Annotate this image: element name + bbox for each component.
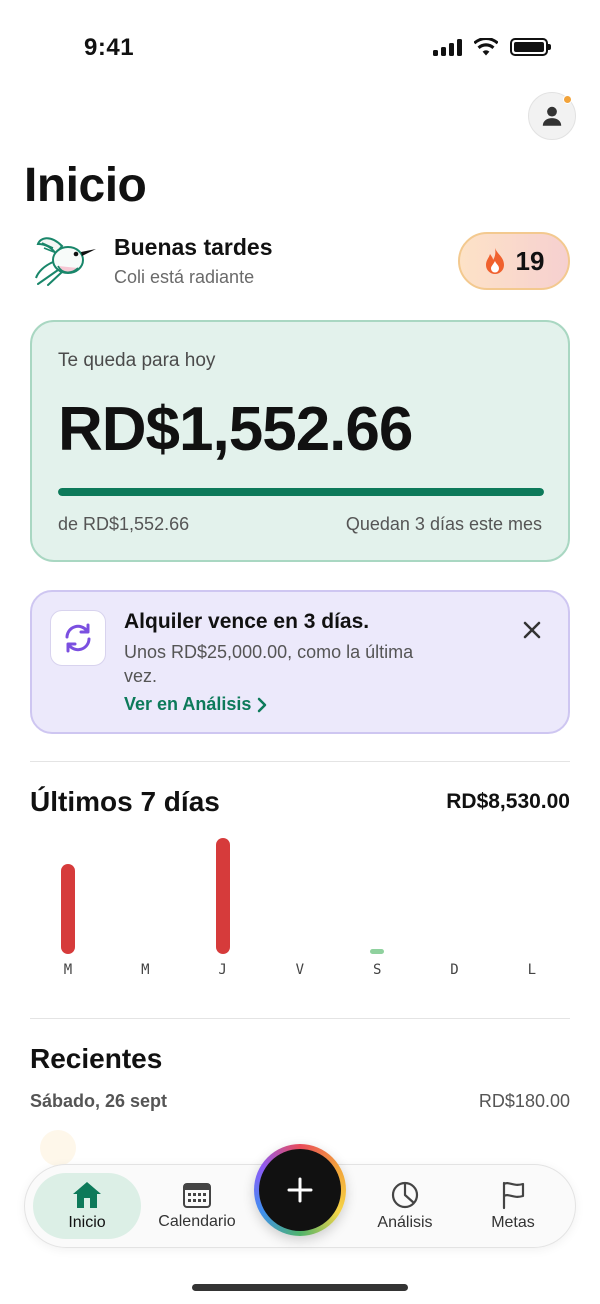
home-icon (73, 1182, 101, 1208)
recent-day-total: RD$180.00 (478, 1091, 570, 1111)
close-alert-button[interactable] (518, 616, 546, 644)
tab-calendario[interactable]: Calendario (145, 1173, 249, 1239)
fire-icon (485, 248, 504, 274)
cellular-signal-icon (433, 38, 462, 56)
tab-label: Calendario (158, 1213, 236, 1230)
flag-icon (502, 1181, 525, 1210)
day-label: M (141, 962, 150, 978)
view-in-analysis-link[interactable]: Ver en Análisis (124, 694, 267, 715)
status-bar: 9:41 (0, 0, 600, 96)
status-icons (433, 38, 551, 56)
day-label: M (63, 962, 73, 978)
budget-progress-bar (58, 488, 544, 496)
greeting-subtitle: Coli está radiante (114, 267, 255, 287)
tab-label: Análisis (377, 1214, 433, 1231)
chevron-right-icon (258, 697, 267, 712)
budget-days-left: Quedan 3 días este mes (345, 514, 542, 534)
weekly-spending-chart: MMJVSDL (30, 830, 570, 990)
divider (30, 761, 570, 762)
rent-reminder-card: Alquiler vence en 3 días. Unos RD$25,000… (30, 590, 570, 734)
add-transaction-button[interactable] (254, 1144, 346, 1236)
pie-chart-icon (391, 1181, 419, 1209)
tab-analisis[interactable]: Análisis (353, 1173, 457, 1239)
weekly-total: RD$8,530.00 (446, 790, 570, 813)
budget-progress-fill (58, 488, 544, 496)
hummingbird-mascot-icon (35, 237, 96, 286)
home-indicator (192, 1284, 408, 1291)
calendar-icon (183, 1183, 211, 1208)
recent-date: Sábado, 26 sept (30, 1091, 168, 1111)
alert-body: Unos RD$25,000.00, como la última vez. (124, 642, 414, 686)
day-bar (215, 838, 230, 954)
recurring-icon (50, 610, 106, 666)
profile-avatar-button[interactable] (528, 92, 576, 140)
budget-total: de RD$1,552.66 (58, 514, 190, 534)
streak-count: 19 (515, 245, 545, 276)
battery-icon (510, 38, 551, 56)
budget-remaining-amount: RD$1,552.66 (58, 395, 413, 464)
tab-inicio[interactable]: Inicio (33, 1173, 141, 1239)
day-label: V (295, 962, 305, 978)
daily-budget-card[interactable]: Te queda para hoy RD$1,552.66 de RD$1,55… (30, 320, 570, 562)
greeting-title: Buenas tardes (114, 234, 273, 260)
person-icon (542, 106, 562, 126)
tab-label: Metas (491, 1214, 535, 1231)
day-label: S (372, 962, 382, 978)
alert-title: Alquiler vence en 3 días. (124, 610, 370, 633)
day-label: L (527, 962, 537, 978)
transaction-icon (40, 1130, 76, 1166)
page-title: Inicio (24, 159, 147, 212)
tab-metas[interactable]: Metas (463, 1173, 563, 1239)
day-label: D (450, 962, 459, 978)
divider (30, 1018, 570, 1019)
status-time: 9:41 (84, 34, 135, 61)
tab-label: Inicio (68, 1214, 106, 1231)
day-bar (61, 863, 75, 954)
alert-link-label: Ver en Análisis (124, 694, 252, 714)
recents-title: Recientes (30, 1043, 163, 1074)
plus-icon (287, 1177, 313, 1203)
weekly-title: Últimos 7 días (30, 786, 220, 817)
close-icon (523, 621, 541, 639)
notification-dot (563, 95, 572, 104)
day-label: J (218, 962, 227, 978)
budget-label: Te queda para hoy (58, 350, 216, 371)
wifi-icon (474, 38, 498, 56)
day-bar (370, 949, 385, 954)
streak-badge[interactable]: 19 (458, 232, 570, 290)
